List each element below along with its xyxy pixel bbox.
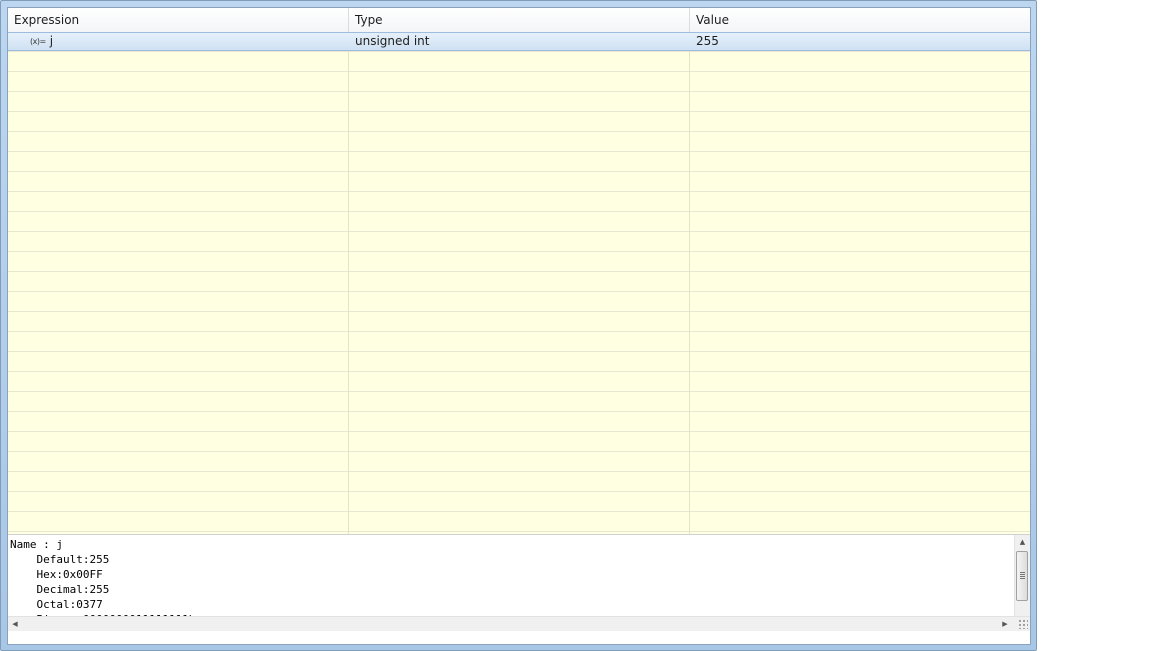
detail-text: Name : j Default:255 Hex:0x00FF Decimal:… bbox=[10, 538, 195, 626]
detail-pane[interactable]: Name : j Default:255 Hex:0x00FF Decimal:… bbox=[8, 534, 1030, 631]
column-header-expression[interactable]: Expression bbox=[8, 8, 349, 32]
column-header-value[interactable]: Value bbox=[690, 8, 1030, 32]
resize-grip-icon[interactable] bbox=[1018, 619, 1028, 629]
scroll-right-icon[interactable]: ▶ bbox=[998, 617, 1012, 631]
expression-name: j bbox=[49, 34, 54, 48]
variable-icon: (x)= bbox=[30, 37, 46, 46]
scroll-thumb[interactable] bbox=[1016, 551, 1028, 601]
horizontal-scrollbar[interactable]: ◀ ▶ bbox=[8, 616, 1030, 631]
table-header: Expression Type Value bbox=[8, 8, 1030, 33]
scroll-left-icon[interactable]: ◀ bbox=[8, 617, 22, 631]
grip-icon bbox=[1020, 572, 1025, 580]
expression-cell[interactable]: (x)= j bbox=[8, 33, 349, 50]
type-cell[interactable]: unsigned int bbox=[349, 33, 690, 50]
scroll-up-icon[interactable]: ▲ bbox=[1015, 535, 1030, 550]
column-header-type[interactable]: Type bbox=[349, 8, 690, 32]
expressions-view-frame: Expression Type Value (x)= j unsigned in… bbox=[0, 0, 1037, 651]
value-cell[interactable]: 255 bbox=[690, 33, 1030, 50]
table-row[interactable]: (x)= j unsigned int 255 bbox=[8, 32, 1030, 51]
expressions-table: (x)= j unsigned int 255 bbox=[8, 32, 1030, 534]
expressions-view: Expression Type Value (x)= j unsigned in… bbox=[7, 7, 1031, 645]
